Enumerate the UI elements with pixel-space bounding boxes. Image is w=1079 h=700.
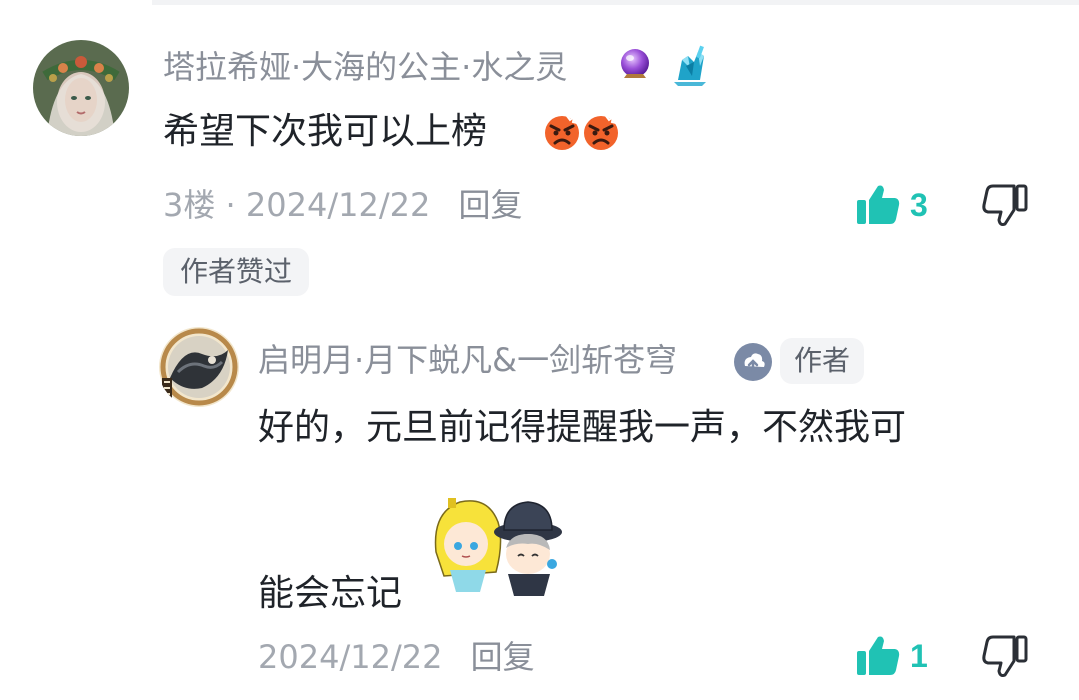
reply-date: 2024/12/22	[258, 638, 443, 676]
reply-text-line-1: 好的，元旦前记得提醒我一声，不然我可	[258, 407, 907, 448]
upload-icon	[734, 343, 772, 381]
thumbs-up-icon	[857, 636, 900, 675]
crystal-ball-icon	[621, 49, 649, 78]
author-tag: 作者	[780, 338, 865, 384]
author-liked-tag: 作者赞过	[163, 248, 310, 296]
reply-like-count: 1	[910, 637, 928, 674]
reply-like-button[interactable]: 1	[854, 632, 928, 680]
anime-characters-sticker	[434, 498, 562, 596]
reply-text-line-2: 能会忘记	[258, 573, 403, 614]
crystal-hand-icon	[674, 45, 706, 86]
like-count: 3	[910, 186, 928, 223]
reply-user-avatar[interactable]	[158, 326, 240, 408]
meta-separator: ·	[225, 186, 236, 224]
angry-face-emoji	[545, 114, 579, 150]
thumbs-down-icon[interactable]	[980, 631, 1030, 681]
thumbs-up-icon	[857, 185, 900, 224]
comment-username[interactable]: 塔拉希娅·大海的公主·水之灵	[163, 47, 567, 87]
comment-date: 2024/12/22	[245, 186, 431, 224]
comment-floor: 3楼	[163, 186, 216, 224]
reply-meta: 2024/12/22 回复	[258, 637, 535, 677]
reply-username[interactable]: 启明月·月下蜕凡&一剑斩苍穹	[258, 340, 677, 380]
top-divider	[152, 0, 1079, 5]
like-button[interactable]: 3	[854, 181, 928, 229]
comment-meta: 3楼 · 2024/12/22 回复	[163, 185, 523, 225]
user-avatar[interactable]	[33, 40, 129, 136]
comment-text: 希望下次我可以上榜	[163, 111, 488, 152]
thumbs-down-icon[interactable]	[980, 180, 1030, 230]
reply-button[interactable]: 回复	[459, 186, 523, 224]
reply-reply-button[interactable]: 回复	[471, 638, 535, 676]
angry-face-emoji	[584, 114, 618, 150]
